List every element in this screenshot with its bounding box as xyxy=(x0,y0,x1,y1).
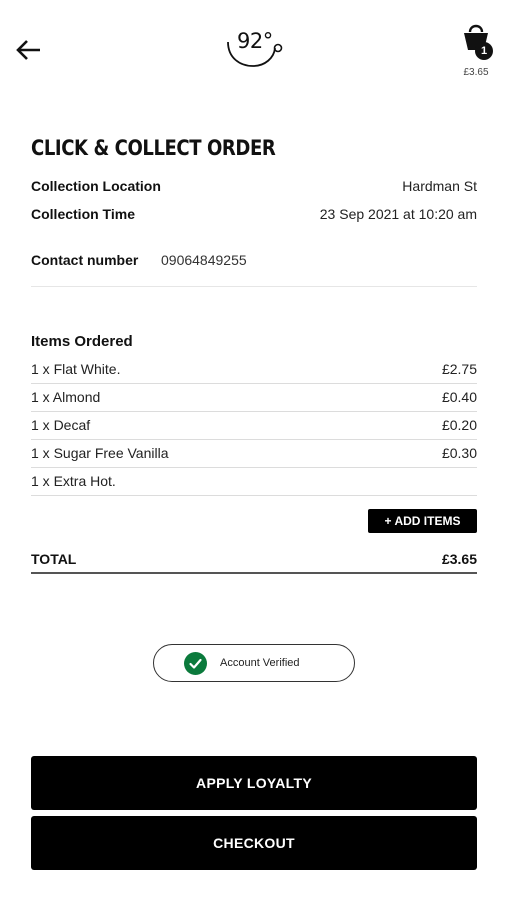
app-header: 92° 1 £3.65 xyxy=(0,0,507,90)
contact-number-label: Contact number xyxy=(31,252,139,268)
collection-time-value: 23 Sep 2021 at 10:20 am xyxy=(319,206,477,222)
item-name: 1 x Almond xyxy=(31,389,101,405)
apply-loyalty-button[interactable]: APPLY LOYALTY xyxy=(31,756,477,810)
item-name: 1 x Flat White. xyxy=(31,361,121,377)
add-items-button[interactable]: + ADD ITEMS xyxy=(368,509,477,533)
item-name: 1 x Decaf xyxy=(31,417,91,433)
account-verified-badge: Account Verified xyxy=(153,644,355,682)
item-name: 1 x Sugar Free Vanilla xyxy=(31,445,169,461)
contact-number-value: 09064849255 xyxy=(161,252,247,268)
total-label: TOTAL xyxy=(31,551,77,567)
list-item: 1 x Sugar Free Vanilla £0.30 xyxy=(31,440,477,468)
collection-location-value: Hardman St xyxy=(402,178,477,194)
total-row: TOTAL £3.65 xyxy=(31,550,477,574)
list-item: 1 x Decaf £0.20 xyxy=(31,412,477,440)
checkout-button[interactable]: CHECKOUT xyxy=(31,816,477,870)
item-price: £0.20 xyxy=(441,417,477,433)
divider xyxy=(31,286,477,287)
items-ordered-heading: Items Ordered xyxy=(31,333,133,350)
arrow-left-icon xyxy=(16,40,40,60)
brand-logo: 92° xyxy=(224,26,286,70)
list-item: 1 x Extra Hot. xyxy=(31,468,477,496)
cart-total: £3.65 xyxy=(463,67,489,78)
account-verified-label: Account Verified xyxy=(220,657,300,669)
list-item: 1 x Almond £0.40 xyxy=(31,384,477,412)
logo-text: 92° xyxy=(237,29,273,53)
collection-time-label: Collection Time xyxy=(31,206,135,222)
cart-button[interactable]: 1 £3.65 xyxy=(455,20,500,82)
item-price: £0.40 xyxy=(441,389,477,405)
item-price: £0.30 xyxy=(441,445,477,461)
total-value: £3.65 xyxy=(441,551,477,567)
collection-location-row: Collection Location Hardman St xyxy=(31,178,477,198)
cart-count-badge: 1 xyxy=(475,42,493,60)
item-name: 1 x Extra Hot. xyxy=(31,473,116,489)
contact-number-row: Contact number 09064849255 xyxy=(31,252,477,268)
list-item: 1 x Flat White. £2.75 xyxy=(31,356,477,384)
collection-time-row: Collection Time 23 Sep 2021 at 10:20 am xyxy=(31,206,477,226)
items-list: 1 x Flat White. £2.75 1 x Almond £0.40 1… xyxy=(31,356,477,496)
item-price: £2.75 xyxy=(441,361,477,377)
check-circle-icon xyxy=(184,652,207,675)
collection-location-label: Collection Location xyxy=(31,178,161,194)
page-title: CLICK & COLLECT ORDER xyxy=(31,136,276,160)
back-button[interactable] xyxy=(14,36,44,64)
